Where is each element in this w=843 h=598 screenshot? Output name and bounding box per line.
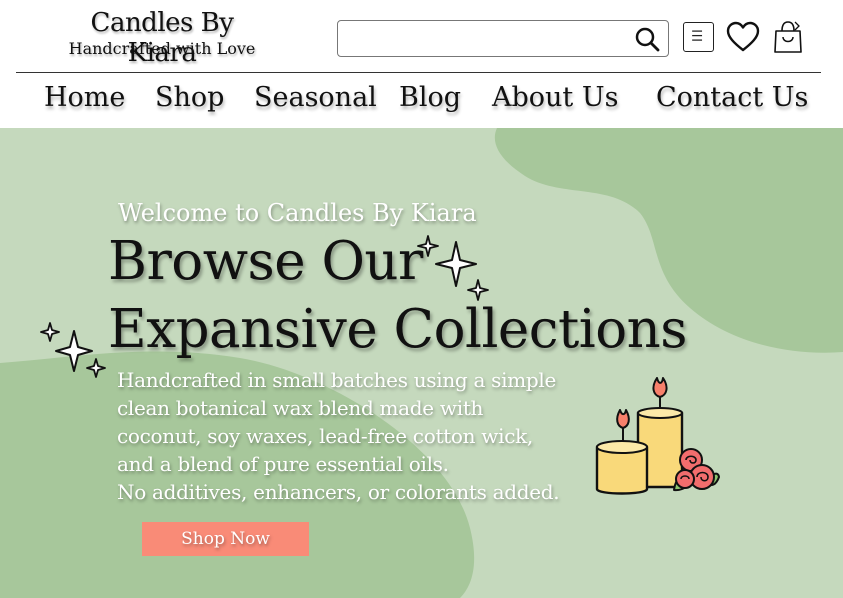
sparkle-icon: [417, 235, 489, 301]
candles-illustration: [595, 377, 720, 495]
site-header: Candles By Kiara Handcrafted with Love: [0, 0, 843, 73]
search-input[interactable]: [346, 27, 626, 51]
brand-title[interactable]: Candles By Kiara: [54, 8, 270, 68]
shop-now-button[interactable]: Shop Now: [142, 522, 309, 556]
hero-description-line: coconut, soy waxes, lead-free cotton wic…: [117, 424, 533, 448]
heart-icon[interactable]: [726, 21, 760, 53]
hero-description-line: Handcrafted in small batches using a sim…: [117, 368, 557, 392]
hero-banner: Welcome to Candles By Kiara Browse Our E…: [0, 128, 843, 598]
nav-home[interactable]: Home: [44, 82, 125, 113]
nav-blog[interactable]: Blog: [399, 82, 461, 113]
nav-about-us[interactable]: About Us: [492, 82, 618, 113]
search-bar[interactable]: [337, 20, 669, 57]
shopping-bag-icon[interactable]: [773, 20, 803, 54]
nav-shop[interactable]: Shop: [155, 82, 224, 113]
hero-heading-line1: Browse Our: [108, 231, 423, 292]
hero-description-line: and a blend of pure essential oils.: [117, 452, 449, 476]
brand-tagline: Handcrafted with Love: [68, 39, 256, 58]
menu-icon[interactable]: [683, 22, 714, 52]
main-nav: Home Shop Seasonal Blog About Us Contact…: [0, 73, 843, 128]
hero-heading-line2: Expansive Collections: [108, 299, 687, 360]
nav-contact-us[interactable]: Contact Us: [656, 82, 808, 113]
hero-description-line: No additives, enhancers, or colorants ad…: [117, 480, 560, 504]
search-icon[interactable]: [634, 26, 660, 52]
nav-seasonal[interactable]: Seasonal: [254, 82, 377, 113]
sparkle-icon: [40, 322, 106, 378]
hero-description-line: clean botanical wax blend made with: [117, 396, 484, 420]
hero-welcome-text: Welcome to Candles By Kiara: [118, 199, 477, 227]
